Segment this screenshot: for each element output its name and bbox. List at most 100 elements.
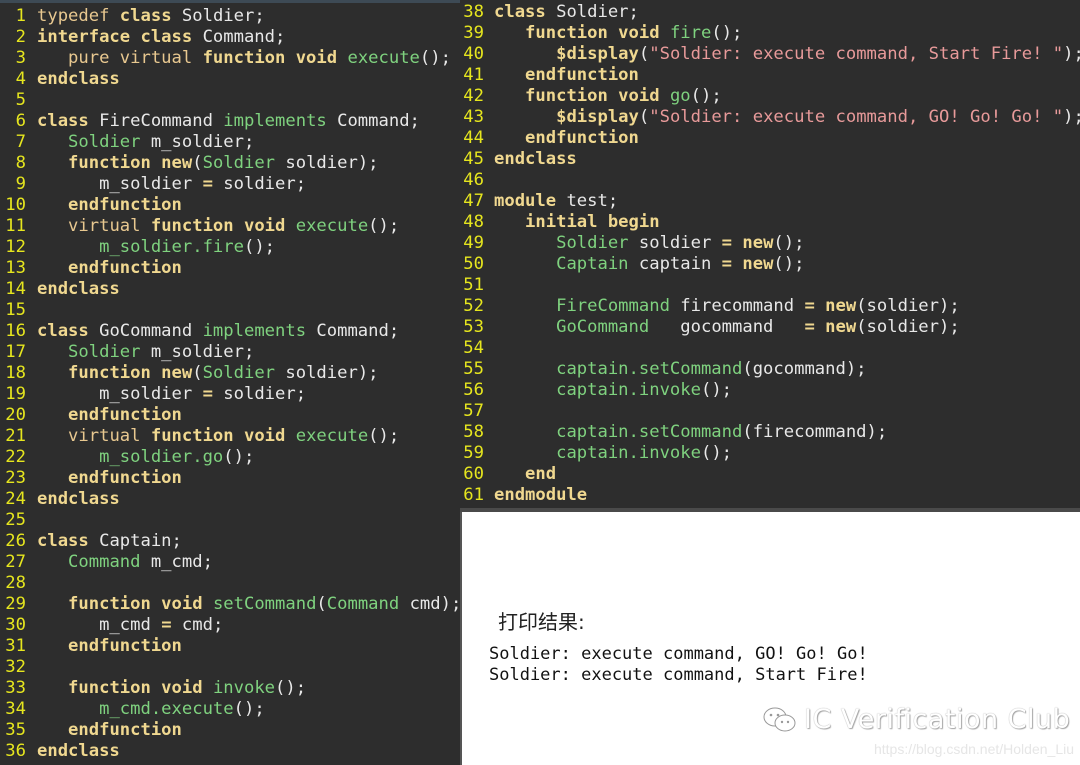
code-token: = new xyxy=(804,296,857,316)
code-token: Soldier xyxy=(202,363,276,383)
code-token: (firecommand); xyxy=(742,422,888,442)
code-token: typedef xyxy=(37,6,120,26)
line-number: 13 xyxy=(5,258,26,278)
code-line: 54 xyxy=(460,338,1080,359)
code-token: ); xyxy=(1063,107,1080,127)
code-token: (); xyxy=(711,23,743,43)
line-number: 6 xyxy=(15,111,26,131)
code-line: 27 Command m_cmd; xyxy=(0,552,460,573)
code-line: 42 function void go(); xyxy=(460,86,1080,107)
code-token: soldier; xyxy=(212,174,307,194)
code-line: 49 Soldier soldier = new(); xyxy=(460,233,1080,254)
code-token: m_soldier.fire xyxy=(99,237,244,257)
code-token: = new xyxy=(721,254,774,274)
code-token: captain.setCommand xyxy=(556,422,743,442)
line-number: 10 xyxy=(5,195,26,215)
code-line: 43 $display("Soldier: execute command, G… xyxy=(460,107,1080,128)
code-token: ( xyxy=(316,594,327,614)
code-token: m_cmd.execute xyxy=(99,699,234,719)
code-line: 30 m_cmd = cmd; xyxy=(0,615,460,636)
code-token: endfunction xyxy=(68,258,182,278)
code-line: 13 endfunction xyxy=(0,258,460,279)
line-number: 27 xyxy=(5,552,26,572)
code-token: ( xyxy=(192,363,203,383)
code-token: = xyxy=(161,615,172,635)
line-number: 9 xyxy=(15,174,26,194)
code-token: end xyxy=(525,464,557,484)
code-line: 23 endfunction xyxy=(0,468,460,489)
line-number: 34 xyxy=(5,699,26,719)
code-token: endmodule xyxy=(494,485,588,505)
watermark-text: IC Verification Club xyxy=(804,704,1071,735)
code-line: 15 xyxy=(0,300,460,321)
code-token: ( xyxy=(638,107,650,127)
line-number: 20 xyxy=(5,405,26,425)
code-line: 36 endclass xyxy=(0,741,460,762)
line-number: 14 xyxy=(5,279,26,299)
line-number: 46 xyxy=(463,170,484,190)
line-number: 52 xyxy=(463,296,484,316)
code-token: Command; xyxy=(192,27,286,47)
code-line: 51 xyxy=(460,275,1080,296)
code-token: endfunction xyxy=(525,65,639,85)
code-line: 4 endclass xyxy=(0,69,460,90)
code-token: Command; xyxy=(326,111,420,131)
code-line: 46 xyxy=(460,170,1080,191)
output-line: Soldier: execute command, GO! Go! Go! xyxy=(489,644,868,664)
line-number: 22 xyxy=(5,447,26,467)
code-token: firecommand xyxy=(669,296,805,316)
output-panel: 打印结果: Soldier: execute command, GO! Go! … xyxy=(460,512,1080,765)
code-line: 32 xyxy=(0,657,460,678)
code-token: endclass xyxy=(37,741,120,761)
code-panel-right: 38 class Soldier; 39 function void fire();… xyxy=(460,0,1080,508)
wechat-icon xyxy=(763,707,796,731)
watermark-url: https://blog.csdn.net/Holden_Liu xyxy=(873,741,1074,757)
code-token: gocommand xyxy=(649,317,805,337)
line-number: 31 xyxy=(5,636,26,656)
code-line: 16 class GoCommand implements Command; xyxy=(0,321,460,342)
line-number: 44 xyxy=(463,128,484,148)
code-token: execute xyxy=(295,426,369,446)
code-token: captain.setCommand xyxy=(556,359,743,379)
code-token: m_cmd xyxy=(37,615,162,635)
line-number: 40 xyxy=(463,44,484,64)
line-number: 4 xyxy=(15,69,26,89)
code-line: 47 module test; xyxy=(460,191,1080,212)
code-token: m_cmd; xyxy=(140,552,213,572)
line-number: 12 xyxy=(5,237,26,257)
code-line: 38 class Soldier; xyxy=(460,2,1080,23)
code-token: (); xyxy=(243,237,276,257)
code-token: setCommand xyxy=(212,594,317,614)
line-number: 17 xyxy=(5,342,26,362)
code-token: FireCommand xyxy=(556,296,670,316)
code-token: endfunction xyxy=(68,405,182,425)
code-token: go xyxy=(669,86,691,106)
code-token: m_soldier xyxy=(37,174,203,194)
line-number: 30 xyxy=(5,615,26,635)
line-number: 57 xyxy=(463,401,484,421)
code-token: pure virtual xyxy=(68,48,203,68)
code-token: initial begin xyxy=(525,212,660,232)
code-token: Captain xyxy=(556,254,629,274)
code-token: function void xyxy=(68,678,203,698)
line-number: 61 xyxy=(463,485,484,505)
code-line: 39 function void fire(); xyxy=(460,23,1080,44)
code-line: 1 typedef class Soldier; xyxy=(0,6,460,27)
